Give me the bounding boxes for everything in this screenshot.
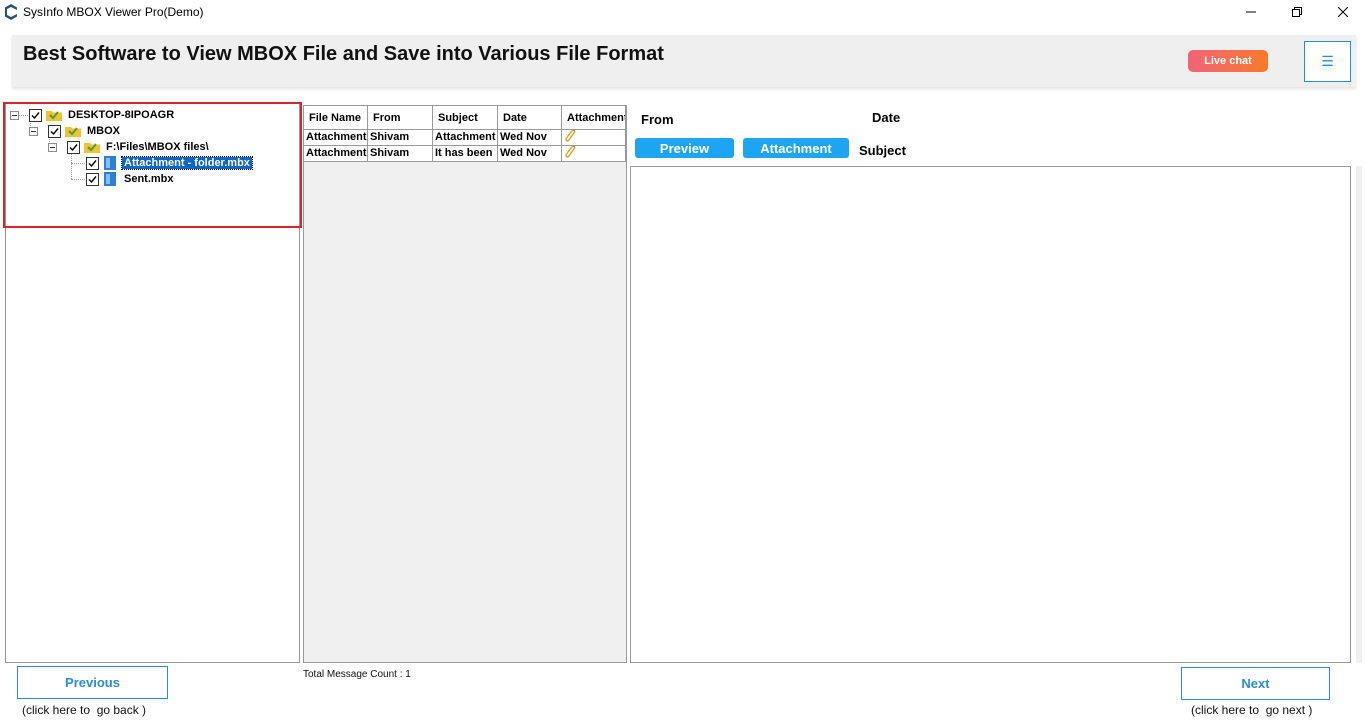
checkmark-icon xyxy=(69,143,78,151)
tree-node-folder-path[interactable]: F:\Files\MBOX files\ xyxy=(48,139,211,155)
column-header-from[interactable]: From xyxy=(368,106,433,130)
collapse-icon[interactable] xyxy=(29,126,38,136)
previous-hint: (click here to go back ) xyxy=(22,703,147,717)
tree-checkbox[interactable] xyxy=(67,140,80,154)
tree-checkbox[interactable] xyxy=(29,108,42,122)
cell-file-name: Attachment xyxy=(304,146,368,162)
collapse-icon[interactable] xyxy=(48,142,57,152)
tree-checkbox[interactable] xyxy=(48,124,61,138)
close-button[interactable] xyxy=(1320,0,1366,24)
column-header-attachment[interactable]: Attachment xyxy=(562,106,626,130)
cell-file-name: Attachment xyxy=(304,130,368,146)
window-title: SysInfo MBOX Viewer Pro(Demo) xyxy=(23,5,204,19)
column-header-date[interactable]: Date xyxy=(498,106,562,130)
hamburger-icon: ☰ xyxy=(1321,53,1334,69)
app-logo-icon xyxy=(5,4,17,20)
column-header-file-name[interactable]: File Name xyxy=(304,106,368,130)
minimize-button[interactable] xyxy=(1228,0,1274,24)
subject-label: Subject xyxy=(859,143,906,158)
message-preview-area[interactable] xyxy=(630,166,1351,663)
paperclip-icon xyxy=(565,130,576,142)
menu-button[interactable]: ☰ xyxy=(1304,41,1351,82)
cell-subject: It has been xyxy=(433,146,498,162)
tree-checkbox[interactable] xyxy=(86,172,99,186)
tree-checkbox[interactable] xyxy=(86,156,99,170)
collapse-icon[interactable] xyxy=(10,110,19,120)
folder-icon xyxy=(46,111,62,121)
tree-label: Sent.mbx xyxy=(124,173,174,185)
previous-button[interactable]: Previous xyxy=(17,666,168,699)
checkmark-icon xyxy=(50,127,59,135)
tree-node-mbox[interactable]: MBOX xyxy=(29,123,122,139)
preview-button[interactable]: Preview xyxy=(635,138,734,158)
app-window: SysInfo MBOX Viewer Pro(Demo) Best Softw… xyxy=(0,0,1366,728)
header-banner: Best Software to View MBOX File and Save… xyxy=(12,35,1356,87)
tree-node-attachment-mbx[interactable]: Attachment - folder.mbx xyxy=(86,155,253,171)
cell-from: Shivam xyxy=(368,146,433,162)
from-label: From xyxy=(641,112,674,127)
mbox-file-icon xyxy=(104,156,116,170)
attachment-button[interactable]: Attachment xyxy=(743,138,849,158)
restore-icon xyxy=(1292,7,1302,17)
tree-label: F:\Files\MBOX files\ xyxy=(106,141,209,153)
minimize-icon xyxy=(1246,11,1256,13)
column-header-subject[interactable]: Subject xyxy=(433,106,498,130)
next-button[interactable]: Next xyxy=(1181,667,1330,700)
checkmark-icon xyxy=(88,159,97,167)
restore-button[interactable] xyxy=(1274,0,1320,24)
cell-subject: Attachment xyxy=(433,130,498,146)
title-bar: SysInfo MBOX Viewer Pro(Demo) xyxy=(0,0,1366,24)
preview-scrollbar[interactable] xyxy=(1356,166,1362,663)
date-label: Date xyxy=(872,110,901,125)
tree-label: Attachment - folder.mbx xyxy=(121,156,253,170)
tree-node-desktop[interactable]: DESKTOP-8IPOAGR xyxy=(10,107,176,123)
page-title: Best Software to View MBOX File and Save… xyxy=(23,43,664,65)
checkmark-icon xyxy=(88,175,97,183)
cell-date: Wed Nov xyxy=(498,130,562,146)
live-chat-button[interactable]: Live chat xyxy=(1188,50,1268,72)
cell-date: Wed Nov xyxy=(498,146,562,162)
tree-label: MBOX xyxy=(87,125,120,137)
tree-label: DESKTOP-8IPOAGR xyxy=(68,109,175,121)
next-hint: (click here to go next ) xyxy=(1191,703,1313,717)
cell-attachment xyxy=(562,146,626,162)
paperclip-icon xyxy=(565,146,576,158)
folder-icon xyxy=(65,127,81,137)
cell-attachment xyxy=(562,130,626,146)
message-list-panel: File Name From Subject Date Attachment A… xyxy=(303,105,627,663)
folder-icon xyxy=(84,143,100,153)
folder-tree-panel xyxy=(5,103,300,663)
checkmark-icon xyxy=(31,111,40,119)
cell-from: Shivam xyxy=(368,130,433,146)
tree-node-sent-mbx[interactable]: Sent.mbx xyxy=(86,171,176,187)
close-icon xyxy=(1338,7,1348,17)
mbox-file-icon xyxy=(104,172,116,186)
message-list-header: File Name From Subject Date Attachment xyxy=(304,106,626,130)
total-message-count: Total Message Count : 1 xyxy=(303,669,411,680)
